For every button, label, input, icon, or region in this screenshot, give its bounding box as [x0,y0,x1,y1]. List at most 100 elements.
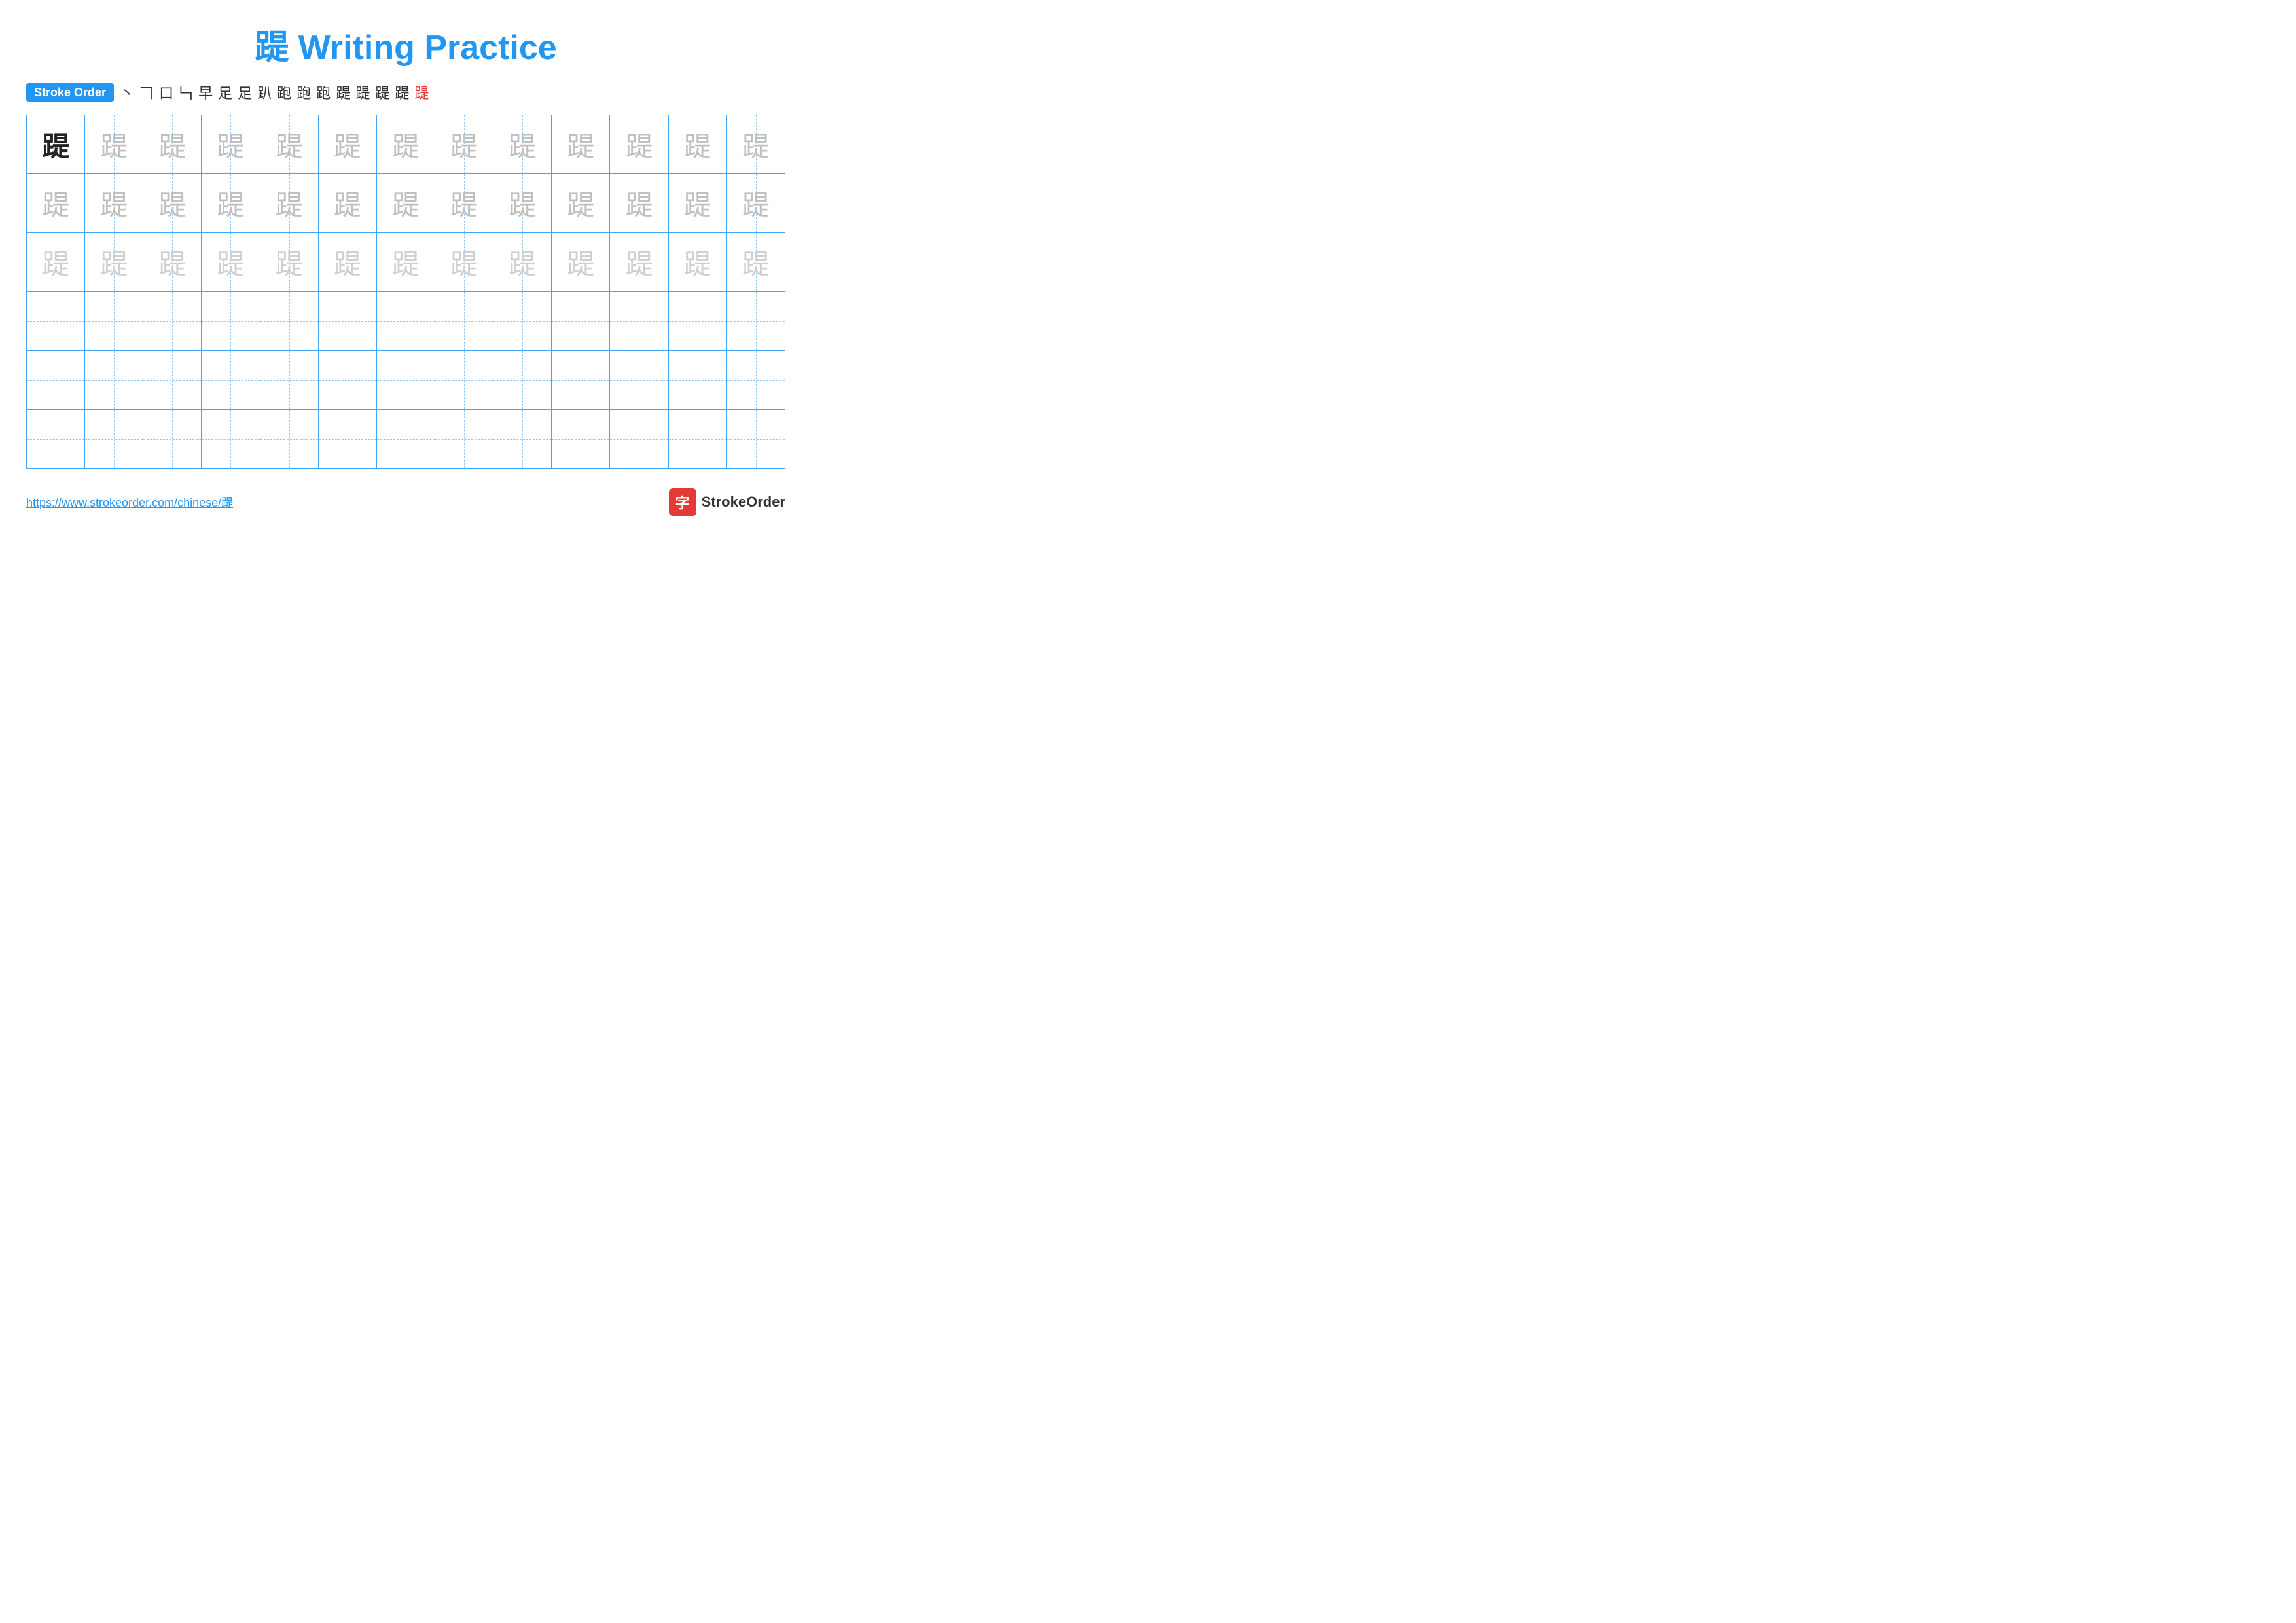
stroke-13: 踶 [353,82,372,103]
cell-r3-c3[interactable]: 踶 [143,233,202,292]
footer-url[interactable]: https://www.strokeorder.com/chinese/踶 [26,494,233,511]
cell-r5-c12[interactable] [668,351,726,410]
cell-r4-c11[interactable] [610,292,668,351]
cell-r6-c13[interactable] [726,410,785,469]
cell-r5-c3[interactable] [143,351,202,410]
cell-r5-c1[interactable] [27,351,85,410]
stroke-16: 踶 [412,82,431,103]
cell-r2-c11[interactable]: 踶 [610,174,668,233]
stroke-1: 丶 [118,82,136,103]
cell-r1-c8[interactable]: 踶 [435,115,493,174]
stroke-12: 踶 [334,82,352,103]
cell-r1-c10[interactable]: 踶 [552,115,610,174]
stroke-2: 𠃍 [137,82,156,103]
cell-r6-c11[interactable] [610,410,668,469]
cell-r6-c7[interactable] [376,410,435,469]
cell-r5-c7[interactable] [376,351,435,410]
cell-r5-c13[interactable] [726,351,785,410]
cell-r3-c2[interactable]: 踶 [85,233,143,292]
cell-r6-c1[interactable] [27,410,85,469]
cell-r3-c4[interactable]: 踶 [202,233,260,292]
stroke-8: 趴 [255,82,274,103]
cell-r4-c9[interactable] [493,292,552,351]
cell-r6-c10[interactable] [552,410,610,469]
cell-r4-c1[interactable] [27,292,85,351]
stroke-7: 足 [236,82,254,103]
cell-r6-c3[interactable] [143,410,202,469]
footer-logo: 字 StrokeOrder [669,488,785,516]
cell-r4-c6[interactable] [318,292,376,351]
cell-r3-c12[interactable]: 踶 [668,233,726,292]
cell-r1-c4[interactable]: 踶 [202,115,260,174]
grid-row-6 [27,410,785,469]
cell-r6-c2[interactable] [85,410,143,469]
grid-row-1: 踶 踶 踶 踶 踶 踶 踶 踶 踶 踶 踶 踶 踶 [27,115,785,174]
grid-row-5 [27,351,785,410]
cell-r2-c6[interactable]: 踶 [318,174,376,233]
cell-r4-c8[interactable] [435,292,493,351]
cell-r6-c12[interactable] [668,410,726,469]
cell-r2-c9[interactable]: 踶 [493,174,552,233]
cell-r1-c1[interactable]: 踶 [27,115,85,174]
cell-r5-c11[interactable] [610,351,668,410]
cell-r4-c4[interactable] [202,292,260,351]
cell-r2-c2[interactable]: 踶 [85,174,143,233]
cell-r6-c4[interactable] [202,410,260,469]
cell-r1-c9[interactable]: 踶 [493,115,552,174]
cell-r6-c8[interactable] [435,410,493,469]
cell-r2-c7[interactable]: 踶 [376,174,435,233]
cell-r1-c2[interactable]: 踶 [85,115,143,174]
cell-r5-c6[interactable] [318,351,376,410]
cell-r2-c8[interactable]: 踶 [435,174,493,233]
cell-r4-c2[interactable] [85,292,143,351]
cell-r2-c5[interactable]: 踶 [260,174,318,233]
stroke-sequence: 丶 𠃍 口 𠃑 早 足 足 趴 跑 跑 跑 踶 踶 踶 踶 踶 [118,82,431,103]
cell-r3-c7[interactable]: 踶 [376,233,435,292]
cell-r3-c10[interactable]: 踶 [552,233,610,292]
strokeorder-logo-text: StrokeOrder [702,494,785,511]
cell-r1-c5[interactable]: 踶 [260,115,318,174]
cell-r5-c8[interactable] [435,351,493,410]
cell-r3-c8[interactable]: 踶 [435,233,493,292]
cell-r4-c13[interactable] [726,292,785,351]
cell-r2-c13[interactable]: 踶 [726,174,785,233]
cell-r3-c13[interactable]: 踶 [726,233,785,292]
cell-r2-c12[interactable]: 踶 [668,174,726,233]
cell-r6-c9[interactable] [493,410,552,469]
cell-r3-c1[interactable]: 踶 [27,233,85,292]
cell-r4-c10[interactable] [552,292,610,351]
cell-r3-c11[interactable]: 踶 [610,233,668,292]
strokeorder-logo-icon: 字 [669,488,696,516]
stroke-15: 踶 [393,82,411,103]
cell-r2-c1[interactable]: 踶 [27,174,85,233]
cell-r5-c2[interactable] [85,351,143,410]
cell-r1-c7[interactable]: 踶 [376,115,435,174]
cell-r4-c3[interactable] [143,292,202,351]
stroke-3: 口 [157,82,175,103]
grid-row-3: 踶 踶 踶 踶 踶 踶 踶 踶 踶 踶 踶 踶 踶 [27,233,785,292]
cell-r4-c5[interactable] [260,292,318,351]
cell-r1-c12[interactable]: 踶 [668,115,726,174]
cell-r1-c13[interactable]: 踶 [726,115,785,174]
cell-r3-c9[interactable]: 踶 [493,233,552,292]
cell-r6-c5[interactable] [260,410,318,469]
stroke-order-badge: Stroke Order [26,83,114,102]
cell-r6-c6[interactable] [318,410,376,469]
cell-r5-c4[interactable] [202,351,260,410]
cell-r4-c7[interactable] [376,292,435,351]
cell-r5-c10[interactable] [552,351,610,410]
page-title: 踶 Writing Practice [26,20,785,69]
cell-r5-c5[interactable] [260,351,318,410]
cell-r3-c5[interactable]: 踶 [260,233,318,292]
cell-r1-c3[interactable]: 踶 [143,115,202,174]
cell-r4-c12[interactable] [668,292,726,351]
cell-r2-c4[interactable]: 踶 [202,174,260,233]
cell-r2-c3[interactable]: 踶 [143,174,202,233]
cell-r1-c11[interactable]: 踶 [610,115,668,174]
footer: https://www.strokeorder.com/chinese/踶 字 … [26,488,785,516]
cell-r1-c6[interactable]: 踶 [318,115,376,174]
cell-r2-c10[interactable]: 踶 [552,174,610,233]
cell-r5-c9[interactable] [493,351,552,410]
cell-r3-c6[interactable]: 踶 [318,233,376,292]
grid-row-2: 踶 踶 踶 踶 踶 踶 踶 踶 踶 踶 踶 踶 踶 [27,174,785,233]
